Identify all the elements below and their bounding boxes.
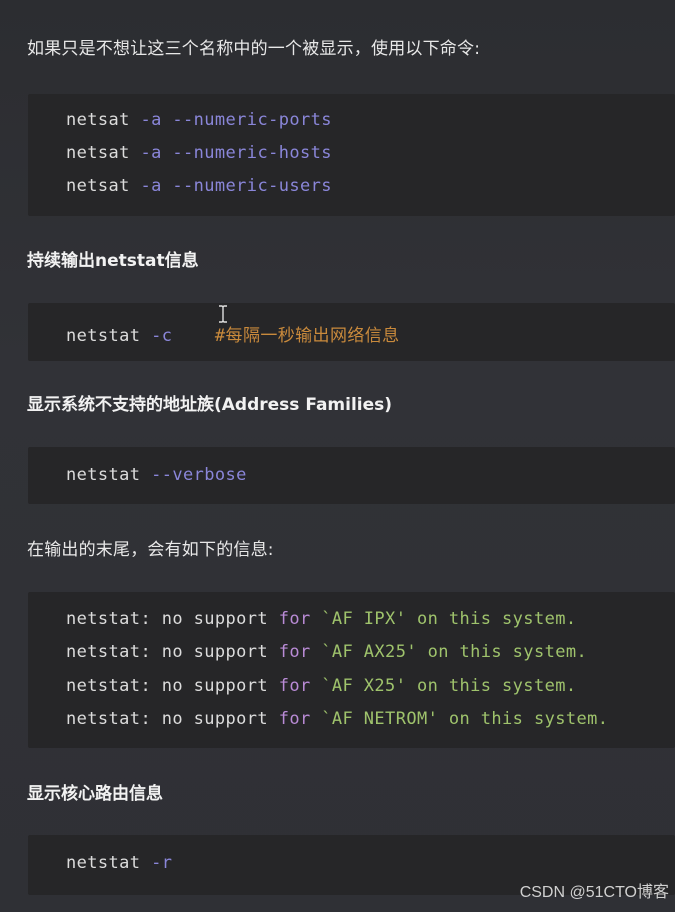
code-command: netsat xyxy=(66,176,141,196)
intro-text: 如果只是不想让这三个名称中的一个被显示，使用以下命令: xyxy=(27,39,481,59)
code-line: netsat -a --numeric-ports xyxy=(66,110,332,130)
code-text: netstat: no support xyxy=(66,676,279,696)
code-flag: -a xyxy=(140,110,173,130)
code-line: netstat --verbose xyxy=(66,465,247,485)
code-line: netstat: no support for `AF NETROM' on t… xyxy=(66,709,608,729)
watermark: CSDN @51CTO博客 xyxy=(519,884,669,901)
code-string: `AF IPX' on this system. xyxy=(310,609,577,629)
code-block-continuous: netstat -c #每隔一秒输出网络信息 xyxy=(28,303,675,361)
code-line: netstat: no support for `AF X25' on this… xyxy=(66,676,576,696)
code-line: netstat: no support for `AF IPX' on this… xyxy=(66,609,576,629)
note-end-text: 在输出的末尾，会有如下的信息: xyxy=(27,540,274,560)
code-line: netstat -r xyxy=(66,853,172,873)
code-command: netstat xyxy=(66,853,152,873)
code-flag: -r xyxy=(151,853,173,873)
code-option: --numeric-users xyxy=(172,176,332,196)
heading-continuous-output: 持续输出netstat信息 xyxy=(27,251,199,271)
code-block-output: netstat: no support for `AF IPX' on this… xyxy=(28,592,675,748)
heading-route-info: 显示核心路由信息 xyxy=(27,784,163,804)
code-line: netstat -c #每隔一秒输出网络信息 xyxy=(66,321,400,346)
code-keyword: for xyxy=(278,676,311,696)
document-page: 如果只是不想让这三个名称中的一个被显示，使用以下命令: netsat -a --… xyxy=(0,0,675,912)
code-line: netstat: no support for `AF AX25' on thi… xyxy=(66,642,587,662)
code-flag: -a xyxy=(140,143,173,163)
code-command: netsat xyxy=(66,143,141,163)
code-text: netstat: no support xyxy=(66,642,279,662)
code-keyword: for xyxy=(278,642,311,662)
code-string: `AF NETROM' on this system. xyxy=(310,709,609,729)
code-string: `AF AX25' on this system. xyxy=(310,642,588,662)
heading-unsupported-families: 显示系统不支持的地址族(Address Families) xyxy=(27,395,393,415)
code-keyword: for xyxy=(278,609,311,629)
code-block-verbose: netstat --verbose xyxy=(28,447,675,504)
code-line: netsat -a --numeric-users xyxy=(66,176,332,196)
code-command: netsat xyxy=(66,110,141,130)
code-comment: #每隔一秒输出网络信息 xyxy=(214,326,400,346)
code-line: netsat -a --numeric-hosts xyxy=(66,143,332,163)
code-option: --numeric-ports xyxy=(172,110,332,130)
code-flag: --verbose xyxy=(151,465,247,485)
code-flag: -c xyxy=(151,326,173,346)
code-flag: -a xyxy=(140,176,173,196)
text-cursor-icon xyxy=(219,305,227,323)
code-command: netstat xyxy=(66,465,152,485)
code-keyword: for xyxy=(278,709,311,729)
code-text: netstat: no support xyxy=(66,609,279,629)
code-string: `AF X25' on this system. xyxy=(310,676,577,696)
code-option: --numeric-hosts xyxy=(172,143,332,163)
code-block-numeric: netsat -a --numeric-ports netsat -a --nu… xyxy=(28,94,675,216)
code-command: netstat xyxy=(66,326,152,346)
code-text: netstat: no support xyxy=(66,709,279,729)
